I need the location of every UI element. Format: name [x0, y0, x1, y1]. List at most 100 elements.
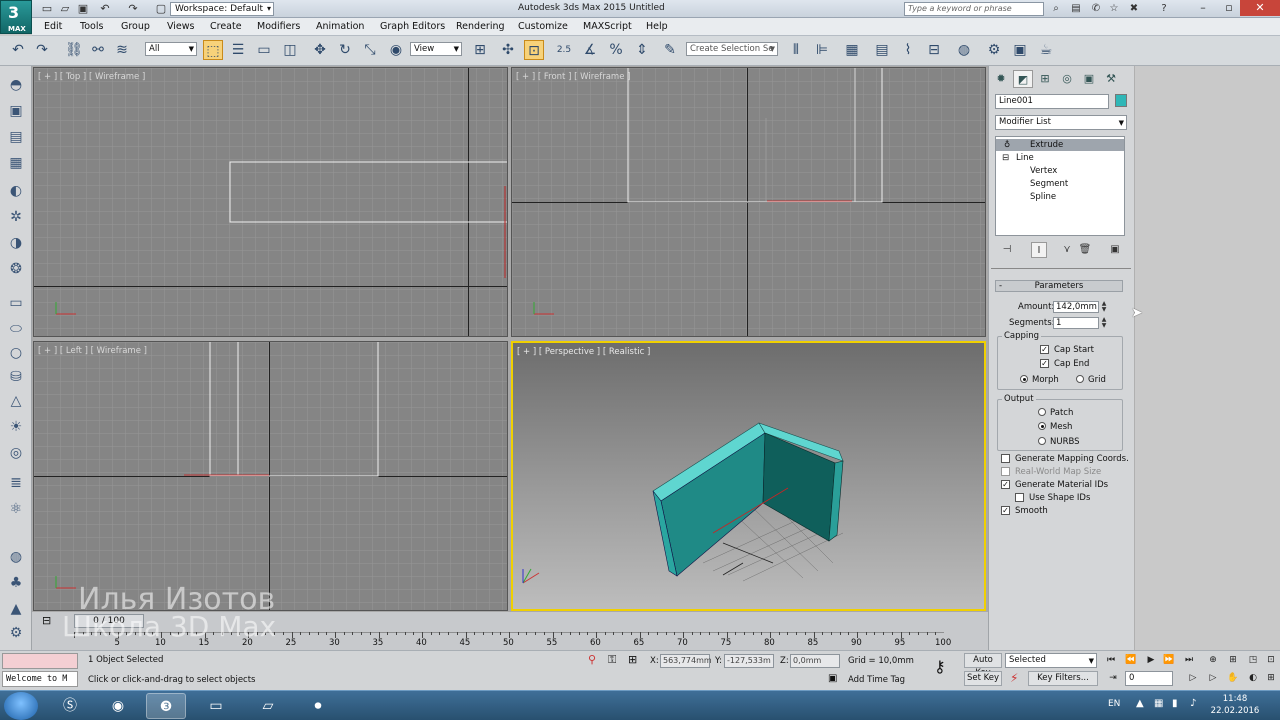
remove-modifier-icon[interactable]: 🗑 — [1077, 242, 1093, 258]
stack-item-segment[interactable]: Segment — [996, 178, 1124, 190]
help-search-input[interactable]: Type a keyword or phrase — [904, 2, 1044, 16]
browser-taskbar-icon[interactable]: ◉ — [98, 693, 138, 719]
undo-icon[interactable]: ↶ — [98, 2, 112, 16]
lightbulb-icon[interactable]: ♁ — [1004, 139, 1010, 151]
go-to-start-icon[interactable]: ⏮ — [1102, 653, 1120, 668]
select-manipulate-icon[interactable]: ✣ — [498, 40, 518, 60]
amount-field[interactable]: 142,0mm — [1053, 301, 1099, 313]
menu-edit[interactable]: Edit — [44, 21, 62, 32]
rendered-frame-window-icon[interactable]: ▣ — [1010, 40, 1030, 60]
viewport-left[interactable]: [ + ] [ Left ] [ Wireframe ] Илья Изотов — [33, 341, 508, 611]
mini-curve-editor-icon[interactable]: ⊟ — [42, 614, 58, 628]
material-editor-icon[interactable]: ◍ — [954, 40, 974, 60]
create-tab-icon[interactable]: ✹ — [991, 70, 1011, 88]
foliage-icon[interactable]: ♣ — [5, 572, 27, 594]
show-end-result-icon[interactable]: I — [1031, 242, 1047, 258]
layer-manager-icon[interactable]: ▦ — [842, 40, 862, 60]
menu-animation[interactable]: Animation — [316, 21, 364, 32]
spinner-snap-icon[interactable]: ⇕ — [632, 40, 652, 60]
stack-item-extrude[interactable]: ♁ Extrude — [996, 139, 1124, 151]
menu-rendering[interactable]: Rendering — [456, 21, 505, 32]
key-mode-toggle-icon[interactable]: ⇥ — [1104, 671, 1122, 686]
rotate-icon[interactable]: ↻ — [335, 40, 355, 60]
scene-explorer-icon[interactable]: ▤ — [872, 40, 892, 60]
maxscript-listener-input[interactable] — [2, 653, 78, 669]
snaps-toggle-icon[interactable]: 2.5 — [554, 40, 574, 60]
reference-coordinate-dropdown[interactable]: View ▼ — [410, 42, 462, 56]
schematic-view-icon[interactable]: ⊟ — [924, 40, 944, 60]
play-icon[interactable]: ▶ — [1142, 653, 1160, 668]
selection-lock-icon[interactable]: ⚿ — [608, 653, 616, 667]
rectangular-selection-icon[interactable]: ▭ — [254, 40, 274, 60]
stack-item-line[interactable]: ⊟ Line — [996, 152, 1124, 164]
menu-help[interactable]: Help — [646, 21, 668, 32]
tray-network-icon[interactable]: ▦ — [1154, 698, 1163, 709]
move-icon[interactable]: ✥ — [310, 40, 330, 60]
binoculars-icon[interactable]: ⌕ — [1048, 2, 1064, 16]
keyboard-shortcut-override-icon[interactable]: ⊡ — [524, 40, 544, 60]
3dsmax-taskbar-icon[interactable]: ❸ — [146, 693, 186, 719]
display-icon[interactable]: ❂ — [5, 258, 27, 280]
cap-end-checkbox[interactable]: ✓ — [1040, 359, 1049, 368]
set-key-mode-icon[interactable]: ⚷ — [934, 657, 946, 676]
freeze-icon[interactable]: ✲ — [5, 206, 27, 228]
files-taskbar-icon[interactable]: ▱ — [248, 693, 288, 719]
layer-explorer-icon[interactable]: ▤ — [5, 126, 27, 148]
menu-group[interactable]: Group — [121, 21, 150, 32]
cap-start-checkbox[interactable]: ✓ — [1040, 345, 1049, 354]
tray-signal-icon[interactable]: ▮ — [1172, 698, 1178, 709]
time-config-icon[interactable]: ▷ — [1184, 671, 1202, 686]
segments-spinner-icon[interactable]: ▲ ▼ — [1100, 317, 1108, 329]
menu-tools[interactable]: Tools — [80, 21, 103, 32]
maximize-button[interactable]: ▫ — [1216, 0, 1242, 16]
subscription-icon[interactable]: ▤ — [1068, 2, 1084, 16]
menu-views[interactable]: Views — [167, 21, 195, 32]
display-tab-icon[interactable]: ▣ — [1079, 70, 1099, 88]
pin-stack-icon[interactable]: ⊣ — [999, 242, 1015, 258]
x-coordinate-field[interactable]: 563,774mm — [660, 654, 712, 668]
modifier-list-dropdown[interactable]: Modifier List ▼ — [995, 115, 1127, 130]
current-frame-field[interactable]: 0 — [1125, 671, 1173, 686]
maxscript-output[interactable]: Welcome to M — [2, 671, 78, 687]
application-button[interactable]: 3 MAX — [0, 0, 32, 34]
undo-icon[interactable]: ↶ — [8, 40, 28, 60]
go-to-end-icon[interactable]: ⏭ — [1180, 653, 1198, 668]
workspace-dropdown[interactable]: Workspace: Default ▾ — [170, 2, 274, 16]
menu-maxscript[interactable]: MAXScript — [583, 21, 632, 32]
help-icon[interactable]: ? — [1156, 2, 1172, 16]
viewport-perspective[interactable]: [ + ] [ Perspective ] [ Realistic ] — [511, 341, 986, 611]
segments-field[interactable]: 1 — [1053, 317, 1099, 329]
mesh-radio[interactable] — [1038, 422, 1046, 430]
field-of-view-icon[interactable]: ▷ — [1204, 671, 1222, 686]
isolate-selection-icon[interactable]: ⚲ — [588, 653, 596, 666]
project-folder-icon[interactable]: ▢ — [154, 2, 168, 16]
align-icon[interactable]: ⊫ — [812, 40, 832, 60]
start-button[interactable] — [4, 692, 38, 720]
percent-snap-icon[interactable]: % — [606, 40, 626, 60]
window-crossing-icon[interactable]: ◫ — [280, 40, 300, 60]
object-name-field[interactable]: Line001 — [995, 94, 1109, 109]
maximize-viewport-icon[interactable]: ⊡ — [1262, 653, 1280, 668]
parameters-rollout-header[interactable]: - Parameters — [995, 280, 1123, 292]
key-filter-icon[interactable]: ⚡ — [1010, 671, 1018, 685]
unlink-icon[interactable]: ⚯ — [88, 40, 108, 60]
z-coordinate-field[interactable]: 0,0mm — [790, 654, 840, 668]
nurbs-radio[interactable] — [1038, 437, 1046, 445]
set-key-button[interactable]: Set Key — [964, 671, 1002, 686]
close-button[interactable]: ✕ — [1240, 0, 1280, 16]
morph-radio[interactable] — [1020, 375, 1028, 383]
scene-explorer-icon[interactable]: ▣ — [5, 100, 27, 122]
favorites-icon[interactable]: ☆ — [1106, 2, 1122, 16]
select-by-icon[interactable]: ◐ — [5, 180, 27, 202]
open-file-icon[interactable]: ▱ — [58, 2, 72, 16]
new-file-icon[interactable]: ▭ — [40, 2, 54, 16]
orbit-icon[interactable]: ◐ — [1244, 671, 1262, 686]
time-tag-icon[interactable]: ▣ — [828, 673, 837, 684]
cone-icon[interactable]: △ — [5, 390, 27, 412]
container-icon[interactable]: ▦ — [5, 152, 27, 174]
circle-icon[interactable]: ○ — [5, 342, 27, 364]
grid-radio[interactable] — [1076, 375, 1084, 383]
real-world-checkbox[interactable] — [1001, 467, 1010, 476]
collapse-icon[interactable]: ⊟ — [1002, 152, 1009, 164]
absolute-mode-icon[interactable]: ⊞ — [628, 653, 637, 666]
